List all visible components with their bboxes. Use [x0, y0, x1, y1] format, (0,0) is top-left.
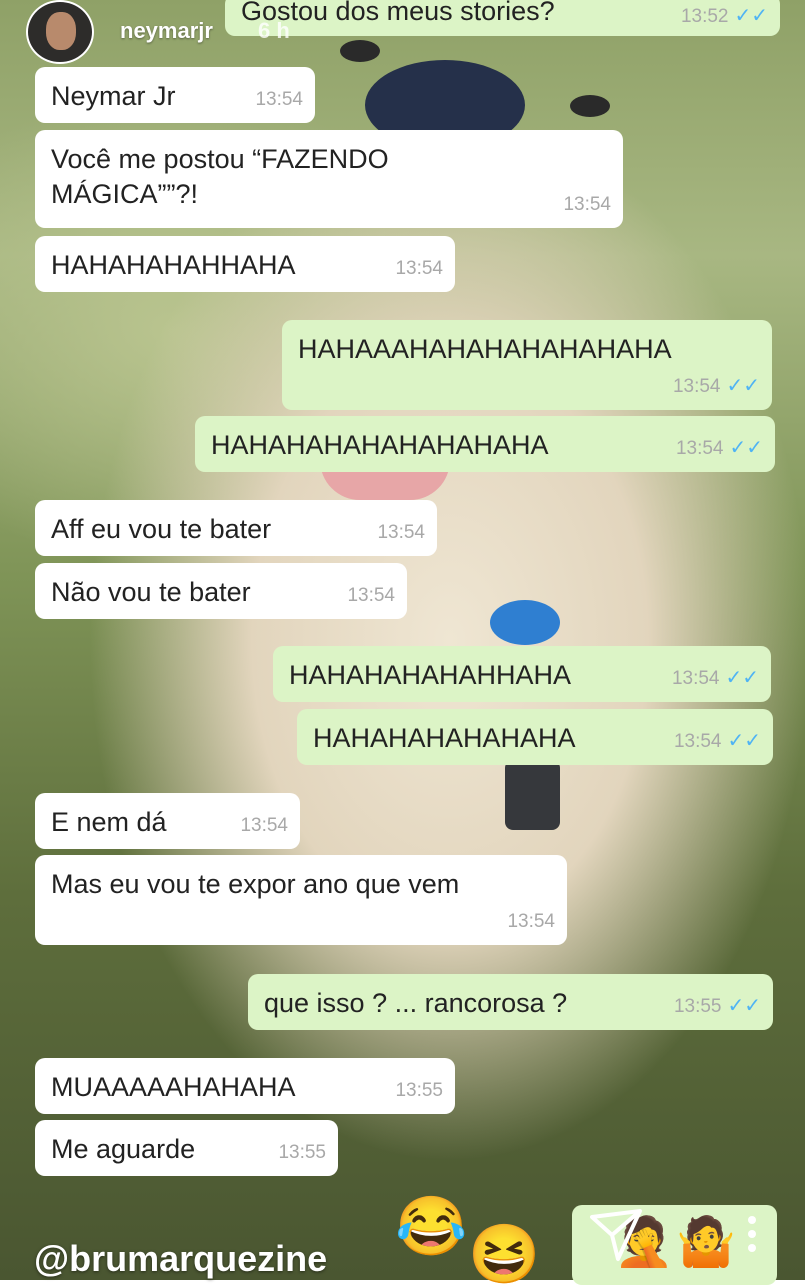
message-time: 13:55: [395, 1080, 443, 1102]
double-check-icon: ✓✓: [727, 995, 761, 1018]
message-time: 13:54: [395, 258, 443, 280]
message-text: Você me postou “FAZENDO MÁGICA””?!: [51, 144, 389, 210]
avatar[interactable]: [26, 0, 94, 64]
message-time: 13:54: [672, 376, 721, 398]
message-bubble-incoming[interactable]: Não vou te bater 13:54: [35, 563, 407, 619]
dog-collar: [505, 760, 560, 830]
story-header: neymarjr 6 h: [0, 0, 805, 70]
send-message-icon[interactable]: [586, 1205, 646, 1265]
message-time: 13:54: [255, 89, 303, 111]
laughing-emoji-icon: 😆: [468, 1222, 541, 1287]
mention-tag[interactable]: @brumarquezine: [34, 1238, 327, 1280]
double-check-icon: ✓✓: [725, 667, 759, 690]
message-bubble-incoming[interactable]: Me aguarde 13:55: [35, 1120, 338, 1176]
dog-eye-right: [570, 95, 610, 117]
message-bubble-incoming[interactable]: Mas eu vou te expor ano que vem 13:54: [35, 855, 567, 945]
message-text: HAHAHAHAHHAHA: [51, 250, 296, 280]
dog-tag: [490, 600, 560, 645]
message-text: Neymar Jr: [51, 81, 176, 111]
message-text: que isso ? ... rancorosa ?: [264, 988, 568, 1018]
message-time: 13:55: [673, 996, 722, 1018]
message-time: 13:54: [673, 731, 722, 753]
message-text: HAHAHAHAHAHHAHA: [289, 660, 572, 690]
message-time: 13:54: [563, 194, 611, 216]
message-text: Mas eu vou te expor ano que vem: [51, 869, 460, 899]
message-time: 13:54: [377, 522, 425, 544]
message-text: MUAAAAAHAHAHA: [51, 1072, 296, 1102]
message-time: 13:54: [675, 438, 724, 460]
tears-of-joy-emoji-icon: 😂: [395, 1194, 468, 1259]
message-text: Não vou te bater: [51, 577, 251, 607]
message-text: HAHAHAHAHAHAHA: [313, 723, 576, 753]
message-bubble-incoming[interactable]: MUAAAAAHAHAHA 13:55: [35, 1058, 455, 1114]
message-bubble-outgoing[interactable]: que isso ? ... rancorosa ? 13:55 ✓✓: [248, 974, 773, 1030]
message-bubble-incoming[interactable]: Você me postou “FAZENDO MÁGICA””?! 13:54: [35, 130, 623, 228]
message-time: 13:54: [347, 585, 395, 607]
double-check-icon: ✓✓: [726, 375, 760, 398]
message-time: 13:54: [240, 815, 288, 837]
more-options-icon[interactable]: [742, 1212, 762, 1272]
message-text: HAHAAAHAHAHAHAHAHAHA: [298, 334, 672, 364]
message-text: HAHAHAHAHAHAHAHAHA: [211, 430, 549, 460]
message-text: Aff eu vou te bater: [51, 514, 272, 544]
story-username[interactable]: neymarjr: [120, 18, 213, 44]
message-bubble-incoming[interactable]: E nem dá 13:54: [35, 793, 300, 849]
message-text: Me aguarde: [51, 1134, 196, 1164]
message-text: E nem dá: [51, 807, 167, 837]
double-check-icon: ✓✓: [729, 437, 763, 460]
message-bubble-incoming[interactable]: HAHAHAHAHHAHA 13:54: [35, 236, 455, 292]
double-check-icon: ✓✓: [727, 730, 761, 753]
message-bubble-outgoing[interactable]: HAHAHAHAHAHAHAHAHA 13:54 ✓✓: [195, 416, 775, 472]
message-bubble-outgoing[interactable]: HAHAHAHAHAHHAHA 13:54 ✓✓: [273, 646, 771, 702]
message-time: 13:55: [278, 1142, 326, 1164]
message-bubble-incoming[interactable]: Aff eu vou te bater 13:54: [35, 500, 437, 556]
message-bubble-incoming[interactable]: Neymar Jr 13:54: [35, 67, 315, 123]
message-time: 13:54: [671, 668, 720, 690]
message-bubble-outgoing[interactable]: HAHAHAHAHAHAHA 13:54 ✓✓: [297, 709, 773, 765]
shrug-emoji-icon: 🤷: [676, 1216, 736, 1269]
story-age: 6 h: [258, 18, 290, 43]
message-bubble-outgoing[interactable]: HAHAAAHAHAHAHAHAHAHA 13:54 ✓✓: [282, 320, 772, 410]
message-time: 13:54: [507, 911, 555, 933]
